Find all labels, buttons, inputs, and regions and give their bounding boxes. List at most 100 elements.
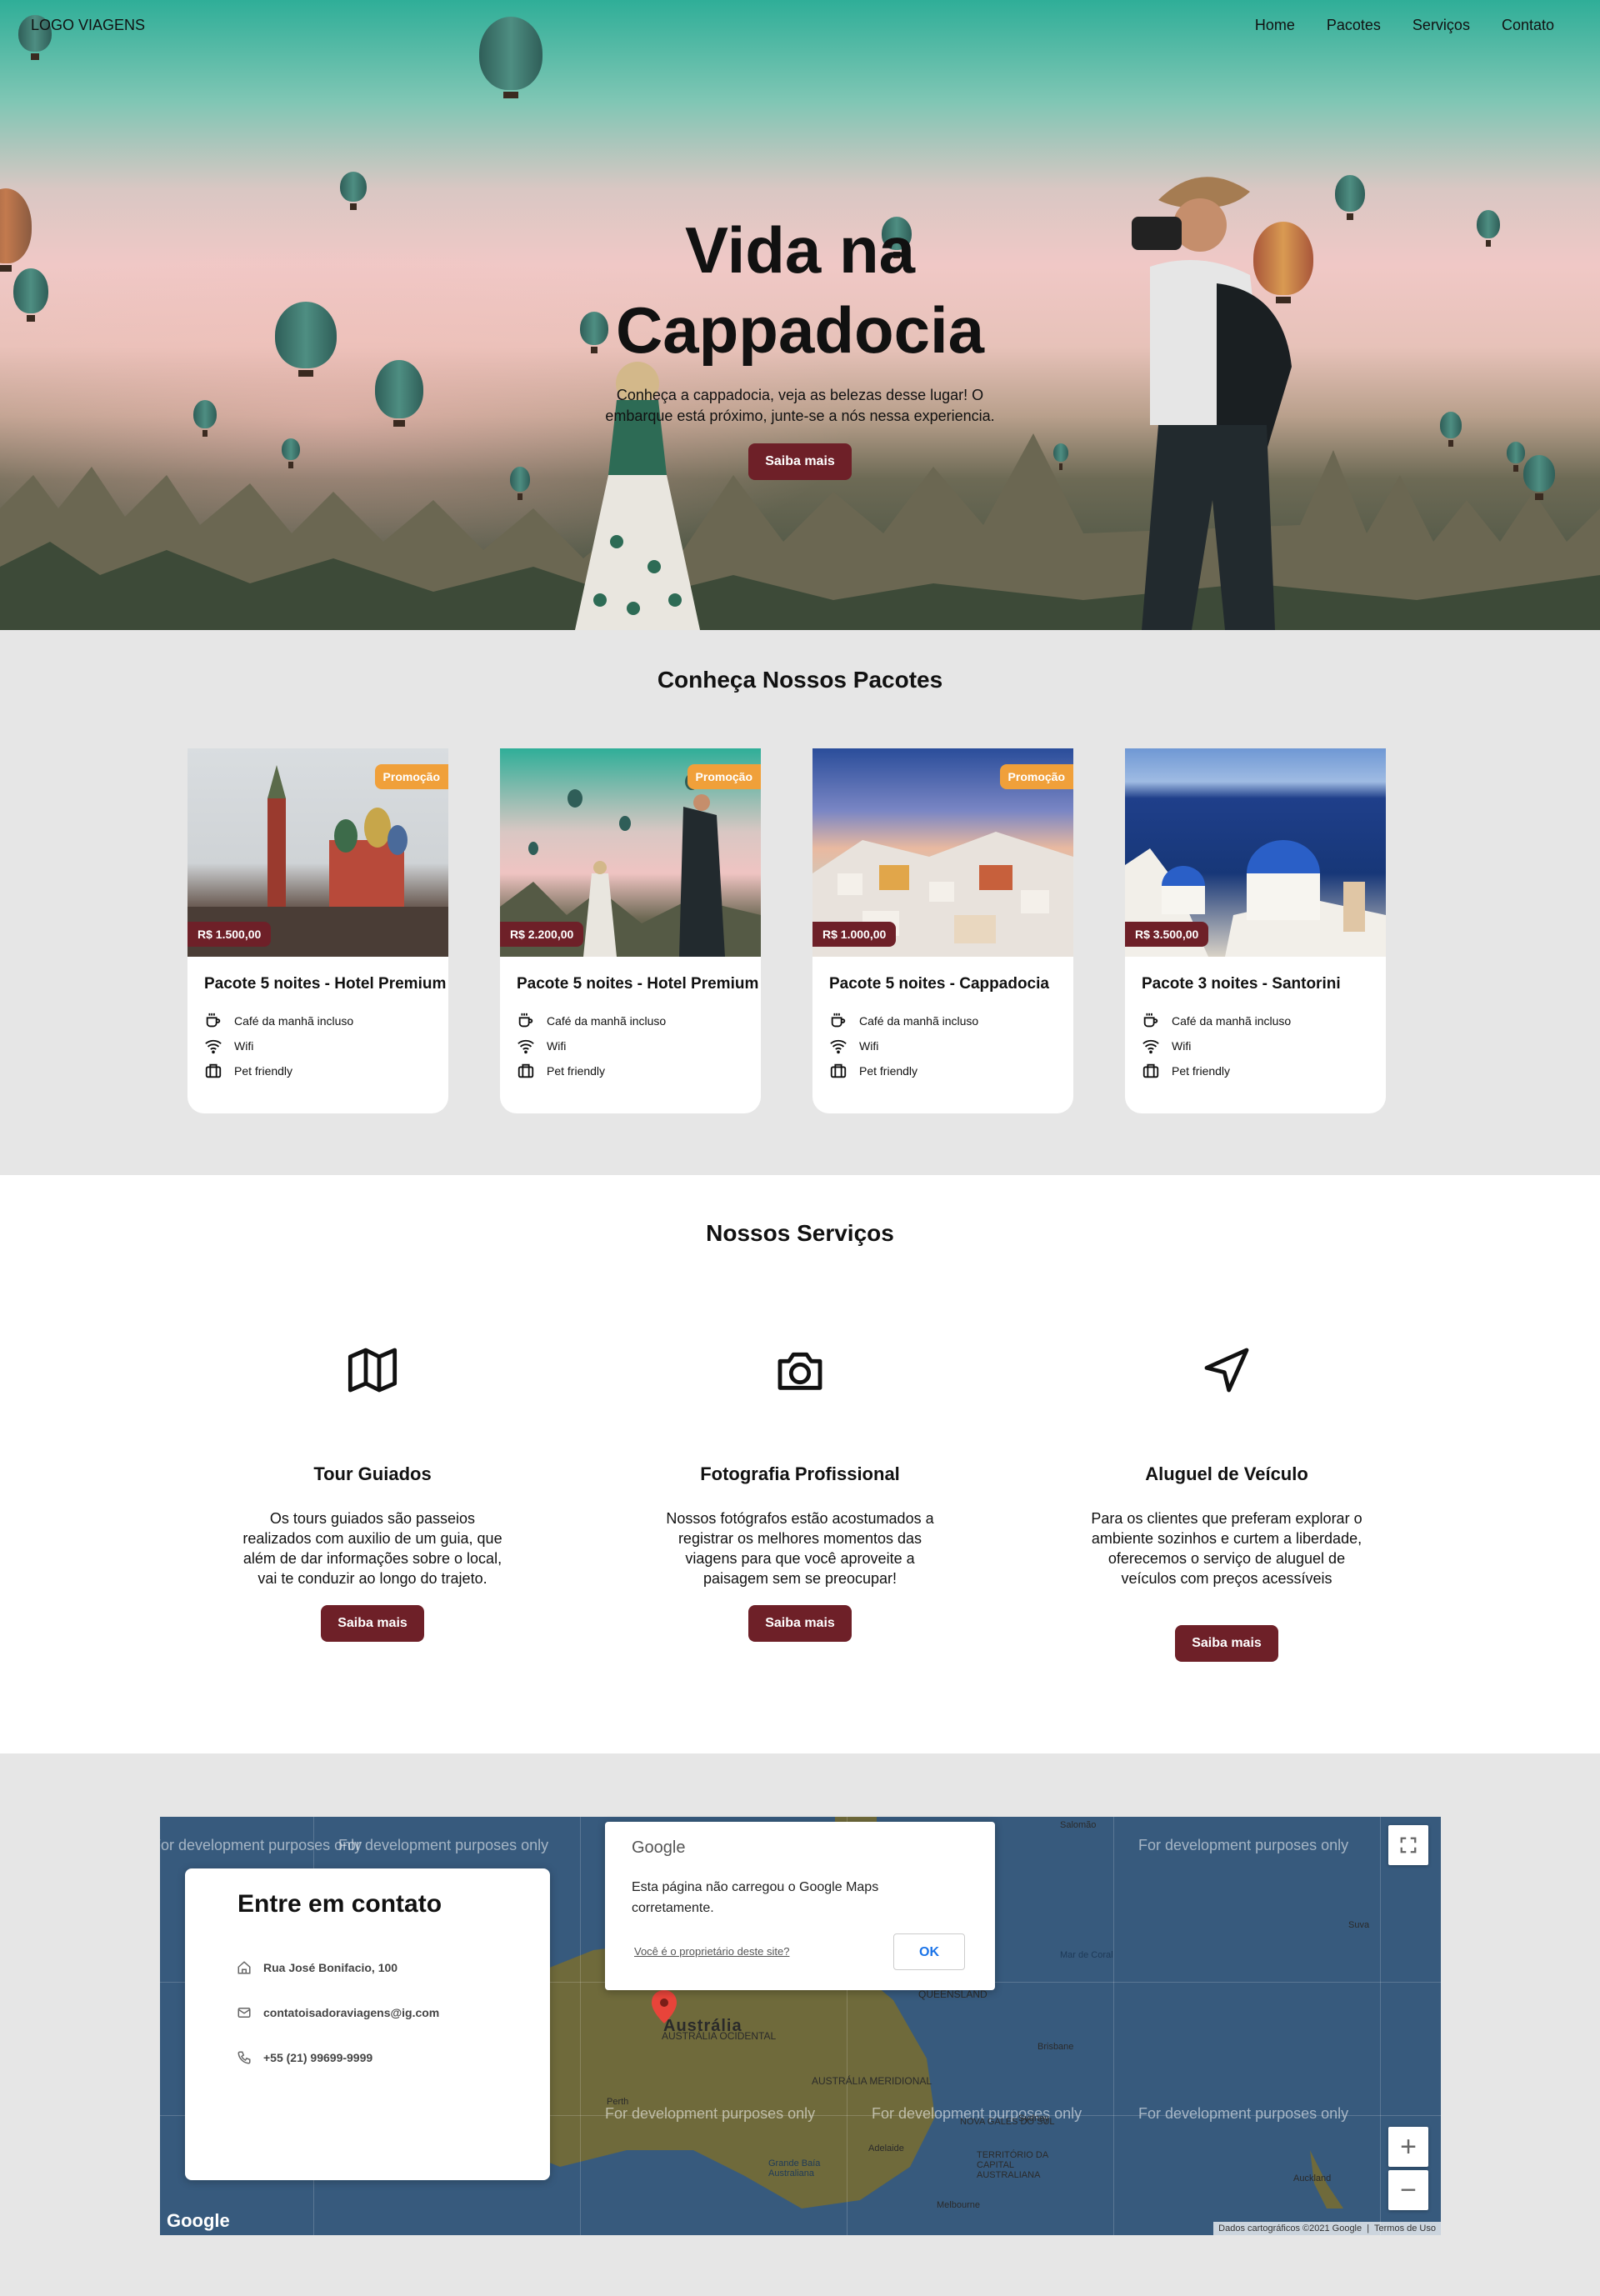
map-label-territory: TERRITÓRIO DA CAPITAL AUSTRALIANA: [977, 2150, 1048, 2180]
briefcase-icon: [1142, 1063, 1159, 1078]
feature-wifi: Wifi: [829, 1037, 878, 1055]
zoom-in-button[interactable]: +: [1388, 2127, 1428, 2167]
price-tag: R$ 1.000,00: [812, 922, 897, 947]
hero-description: Conheça a cappadocia, veja as belezas de…: [605, 387, 995, 424]
feature-label: Pet friendly: [234, 1064, 293, 1078]
map-icon: [348, 1348, 398, 1393]
feature-wifi: Wifi: [204, 1037, 253, 1055]
balloon: [340, 172, 367, 210]
service-description: Para os clientes que preferam explorar o…: [1091, 1510, 1362, 1587]
nav-home[interactable]: Home: [1255, 17, 1295, 34]
service-title: Fotografia Profissional: [700, 1463, 900, 1484]
balloon: [282, 438, 300, 468]
coffee-icon: [206, 1013, 221, 1028]
dialog-google-logo: Google: [632, 1838, 686, 1857]
service-saiba-mais-button[interactable]: Saiba mais: [1175, 1625, 1278, 1662]
package-image-santorini-town: Promoção R$ 1.000,00: [812, 748, 1073, 957]
contact-title: Entre em contato: [238, 1890, 442, 1918]
nav-contato[interactable]: Contato: [1502, 17, 1554, 34]
feature-breakfast: Café da manhã incluso: [829, 1012, 978, 1030]
map-label-queensland: QUEENSLAND: [918, 1988, 988, 2000]
feature-label: Wifi: [234, 1039, 254, 1053]
package-image-santorini-domes: R$ 3.500,00: [1125, 748, 1386, 957]
contact-email: contatoisadoraviagens@ig.com: [237, 2005, 439, 2020]
feature-breakfast: Café da manhã incluso: [204, 1012, 353, 1030]
feature-label: Wifi: [547, 1039, 567, 1053]
feature-label: Pet friendly: [547, 1064, 606, 1078]
pacotes-section: Conheça Nossos Pacotes Promoção R$ 1.500…: [0, 630, 1600, 1175]
coffee-icon: [1143, 1013, 1158, 1028]
feature-breakfast: Café da manhã incluso: [1142, 1012, 1291, 1030]
feature-label: Pet friendly: [1172, 1064, 1231, 1078]
logo[interactable]: LOGO VIAGENS: [31, 17, 145, 34]
promo-badge: Promoção: [374, 764, 448, 789]
map-label-brisbane: Brisbane: [1038, 2042, 1074, 2052]
dev-watermark: For development purposes only: [338, 1837, 549, 1853]
balloon: [1507, 442, 1525, 472]
promo-badge: Promoção: [999, 764, 1073, 789]
feature-label: Café da manhã incluso: [1172, 1014, 1292, 1028]
email-text[interactable]: contatoisadoraviagens@ig.com: [263, 2006, 439, 2019]
map-label-auckland: Auckland: [1293, 2173, 1332, 2183]
camera-icon: [778, 1352, 822, 1390]
package-title: Pacote 5 noites - Hotel Premium: [204, 975, 447, 993]
service-saiba-mais-button[interactable]: Saiba mais: [748, 1605, 852, 1642]
map-label-suva: Suva: [1348, 1920, 1370, 1930]
balloon: [13, 268, 48, 322]
balloon: [275, 302, 337, 377]
contact-address: Rua José Bonifacio, 100: [237, 1960, 398, 1975]
service-saiba-mais-button[interactable]: Saiba mais: [321, 1605, 424, 1642]
dialog-ok-button[interactable]: OK: [893, 1933, 965, 1970]
zoom-out-button[interactable]: −: [1388, 2170, 1428, 2210]
map-label-melbourne: Melbourne: [937, 2200, 980, 2210]
dev-watermark: For development purposes only: [1138, 2105, 1349, 2122]
balloon: [1440, 412, 1462, 447]
price-tag: R$ 1.500,00: [188, 922, 272, 947]
balloon: [1523, 455, 1555, 500]
service-title: Tour Guiados: [313, 1463, 432, 1484]
package-image-moscow: Promoção R$ 1.500,00: [188, 748, 448, 957]
map-label-sydney: Sydney: [1018, 2113, 1049, 2123]
attribution-text: Dados cartográficos ©2021 Google: [1218, 2223, 1362, 2233]
nav-servicos[interactable]: Serviços: [1412, 17, 1470, 34]
service-description: Os tours guiados são passeios realizados…: [242, 1510, 502, 1587]
balloon: [1477, 210, 1500, 247]
map-label-meridional: AUSTRÁLIA MERIDIONAL: [812, 2075, 932, 2087]
briefcase-icon: [205, 1063, 222, 1078]
pacotes-title: Conheça Nossos Pacotes: [657, 667, 943, 693]
mail-icon: [238, 2008, 251, 2018]
dev-watermark: For development purposes only: [1138, 1837, 1349, 1853]
package-card[interactable]: R$ 3.500,00 Pacote 3 noites - Santorini …: [1125, 748, 1386, 1113]
feature-pet: Pet friendly: [829, 1062, 918, 1080]
servicos-title: Nossos Serviços: [706, 1220, 894, 1246]
fullscreen-button[interactable]: [1388, 1825, 1428, 1865]
fullscreen-icon: [1400, 1837, 1417, 1853]
feature-pet: Pet friendly: [204, 1062, 292, 1080]
home-icon: [238, 1961, 251, 1974]
package-card[interactable]: Promoção R$ 1.500,00 Pacote 5 noites - H…: [188, 748, 448, 1113]
feature-wifi: Wifi: [1142, 1037, 1191, 1055]
nav-pacotes[interactable]: Pacotes: [1327, 17, 1381, 34]
terms-link[interactable]: Termos de Uso: [1374, 2223, 1436, 2233]
hero-saiba-mais-button[interactable]: Saiba mais: [748, 443, 852, 480]
feature-label: Pet friendly: [859, 1064, 918, 1078]
dev-watermark: For development purposes only: [605, 2105, 816, 2122]
service-title: Aluguel de Veículo: [1145, 1463, 1308, 1484]
package-card[interactable]: Promoção R$ 1.000,00 Pacote 5 noites - C…: [812, 748, 1073, 1113]
hero-title: Vida na Cappadocia: [615, 213, 985, 367]
map-label-bight: Grande Baía Australiana: [768, 2158, 821, 2178]
package-image-cappadocia: Promoção R$ 2.200,00: [500, 748, 761, 957]
contato-section: For development purposes only For develo…: [0, 1753, 1600, 2296]
map-label-west: AUSTRÁLIA OCIDENTAL: [662, 2030, 777, 2042]
feature-pet: Pet friendly: [1142, 1062, 1230, 1080]
wifi-icon: [1142, 1039, 1159, 1054]
wifi-icon: [518, 1039, 534, 1054]
phone-text[interactable]: +55 (21) 99699-9999: [263, 2051, 372, 2064]
service-description: Nossos fotógrafos estão acostumados a re…: [666, 1510, 934, 1587]
dialog-owner-link[interactable]: Você é o proprietário deste site?: [634, 1945, 789, 1958]
package-card[interactable]: Promoção R$ 2.200,00 Pacote 5 noites - H…: [500, 748, 761, 1113]
wifi-icon: [830, 1039, 847, 1054]
briefcase-icon: [830, 1063, 847, 1078]
coffee-icon: [831, 1013, 846, 1028]
package-title: Pacote 5 noites - Cappadocia: [829, 975, 1049, 993]
